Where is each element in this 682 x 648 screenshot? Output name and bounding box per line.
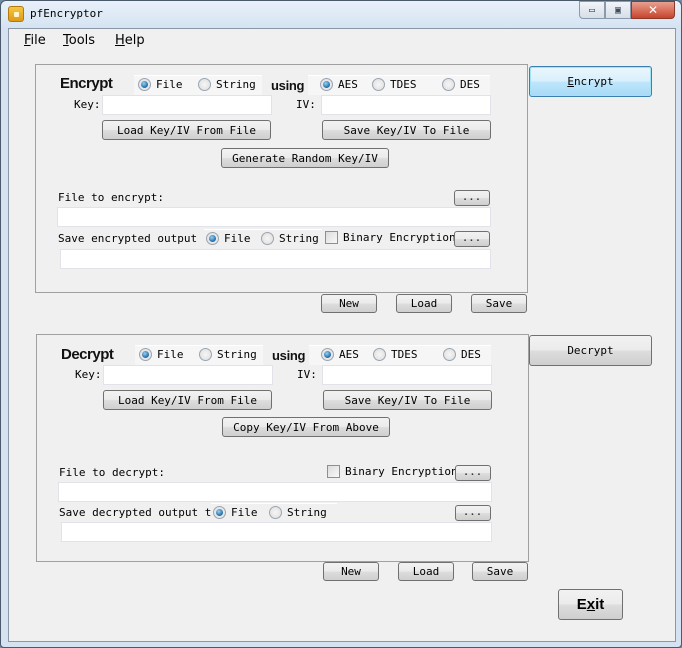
decrypt-save-button[interactable]: Save — [472, 562, 528, 581]
generate-random-key-button[interactable]: Generate Random Key/IV — [221, 148, 389, 168]
decrypt-des-radio[interactable]: DES — [443, 348, 481, 361]
encrypt-source-string-radio[interactable]: String — [198, 78, 256, 91]
file-to-encrypt-label: File to encrypt: — [58, 191, 164, 204]
decrypt-save-key-button[interactable]: Save Key/IV To File — [323, 390, 492, 410]
radio-unselected-icon — [269, 506, 282, 519]
menu-help[interactable]: Help — [115, 33, 145, 48]
encrypt-aes-radio[interactable]: AES — [320, 78, 358, 91]
decrypt-iv-input[interactable] — [322, 365, 492, 385]
decrypt-source-file-radio[interactable]: File — [139, 348, 184, 361]
decrypt-heading: Decrypt — [61, 346, 114, 363]
maximize-icon: ▣ — [614, 4, 622, 16]
decrypt-binary-checkbox[interactable]: Binary Encryption — [327, 465, 458, 478]
close-button[interactable]: ✕ — [631, 1, 675, 19]
ellipsis-icon: ... — [463, 468, 483, 478]
radio-unselected-icon — [442, 78, 455, 91]
ellipsis-icon: ... — [462, 193, 482, 203]
menu-tools[interactable]: Tools — [63, 33, 95, 48]
encrypt-using-label: using — [271, 78, 305, 93]
encrypted-output-input[interactable] — [60, 249, 491, 269]
checkbox-unchecked-icon — [327, 465, 340, 478]
encrypt-iv-label: IV: — [296, 98, 316, 111]
radio-unselected-icon — [198, 78, 211, 91]
decrypt-button[interactable]: Decrypt — [529, 335, 652, 366]
decrypt-source-radio-group: File String — [135, 345, 263, 365]
encrypt-output-radio-group: File String — [204, 229, 322, 249]
client-area: File Tools Help Encrypt File String usin… — [8, 28, 676, 642]
decrypt-source-string-radio[interactable]: String — [199, 348, 257, 361]
encrypt-iv-input[interactable] — [321, 95, 491, 115]
encrypt-key-label: Key: — [74, 98, 101, 111]
save-decrypted-output-label: Save decrypted output to — [59, 506, 218, 519]
encrypt-output-string-radio[interactable]: String — [261, 232, 319, 245]
decrypt-group: Decrypt File String using AES TDES DES K… — [36, 334, 529, 562]
encrypt-source-radio-group: File String — [134, 75, 262, 95]
decrypt-using-label: using — [272, 348, 306, 363]
decrypt-iv-label: IV: — [297, 368, 317, 381]
menu-bar: File Tools Help — [9, 29, 675, 54]
encrypt-heading: Encrypt — [60, 75, 113, 92]
encrypt-group: Encrypt File String using AES TDES DES K… — [35, 64, 528, 293]
radio-unselected-icon — [443, 348, 456, 361]
decrypt-aes-radio[interactable]: AES — [321, 348, 359, 361]
file-to-decrypt-input[interactable] — [58, 482, 492, 502]
lock-app-icon — [8, 6, 24, 22]
maximize-button[interactable]: ▣ — [605, 1, 631, 19]
radio-unselected-icon — [261, 232, 274, 245]
radio-selected-icon — [138, 78, 151, 91]
decrypt-load-key-button[interactable]: Load Key/IV From File — [103, 390, 272, 410]
file-to-decrypt-label: File to decrypt: — [59, 466, 165, 479]
encrypt-algorithm-radio-group: AES TDES DES — [308, 75, 490, 95]
radio-selected-icon — [320, 78, 333, 91]
radio-selected-icon — [206, 232, 219, 245]
checkbox-unchecked-icon — [325, 231, 338, 244]
encrypt-binary-checkbox[interactable]: Binary Encryption — [325, 231, 456, 244]
decrypt-browse-input-button[interactable]: ... — [455, 465, 491, 481]
encrypt-source-file-radio[interactable]: File — [138, 78, 183, 91]
decrypt-algorithm-radio-group: AES TDES DES — [309, 345, 491, 365]
encrypt-button[interactable]: Encrypt — [529, 66, 652, 97]
copy-key-from-above-button[interactable]: Copy Key/IV From Above — [222, 417, 390, 437]
minimize-icon: ▭ — [588, 4, 596, 16]
decrypt-output-file-radio[interactable]: File — [213, 506, 258, 519]
decrypt-tdes-radio[interactable]: TDES — [373, 348, 418, 361]
encrypt-browse-input-button[interactable]: ... — [454, 190, 490, 206]
radio-selected-icon — [139, 348, 152, 361]
minimize-button[interactable]: ▭ — [579, 1, 605, 19]
decrypt-browse-output-button[interactable]: ... — [455, 505, 491, 521]
encrypt-key-input[interactable] — [102, 95, 272, 115]
decrypt-key-label: Key: — [75, 368, 102, 381]
encrypt-save-button[interactable]: Save — [471, 294, 527, 313]
encrypt-new-button[interactable]: New — [321, 294, 377, 313]
decrypt-key-input[interactable] — [103, 365, 273, 385]
decrypt-new-button[interactable]: New — [323, 562, 379, 581]
encrypt-des-radio[interactable]: DES — [442, 78, 480, 91]
encrypt-load-key-button[interactable]: Load Key/IV From File — [102, 120, 271, 140]
close-icon: ✕ — [647, 3, 659, 17]
app-window: pfEncryptor ▭ ▣ ✕ File Tools Help Encryp… — [0, 0, 682, 648]
ellipsis-icon: ... — [463, 508, 483, 518]
encrypt-tdes-radio[interactable]: TDES — [372, 78, 417, 91]
exit-button[interactable]: Ex it — [558, 589, 623, 620]
encrypt-browse-output-button[interactable]: ... — [454, 231, 490, 247]
encrypt-load-button[interactable]: Load — [396, 294, 452, 313]
window-title: pfEncryptor — [30, 7, 103, 20]
radio-unselected-icon — [199, 348, 212, 361]
radio-selected-icon — [321, 348, 334, 361]
radio-unselected-icon — [372, 78, 385, 91]
encrypt-output-file-radio[interactable]: File — [206, 232, 251, 245]
radio-selected-icon — [213, 506, 226, 519]
decrypt-load-button[interactable]: Load — [398, 562, 454, 581]
menu-file[interactable]: File — [24, 33, 46, 48]
title-bar: pfEncryptor ▭ ▣ ✕ — [1, 1, 681, 28]
decrypt-output-radio-group: File String — [211, 503, 337, 523]
ellipsis-icon: ... — [462, 234, 482, 244]
save-encrypted-output-label: Save encrypted output to — [58, 232, 206, 245]
decrypt-output-string-radio[interactable]: String — [269, 506, 327, 519]
encrypt-save-key-button[interactable]: Save Key/IV To File — [322, 120, 491, 140]
decrypted-output-input[interactable] — [61, 522, 492, 542]
radio-unselected-icon — [373, 348, 386, 361]
file-to-encrypt-input[interactable] — [57, 207, 491, 227]
